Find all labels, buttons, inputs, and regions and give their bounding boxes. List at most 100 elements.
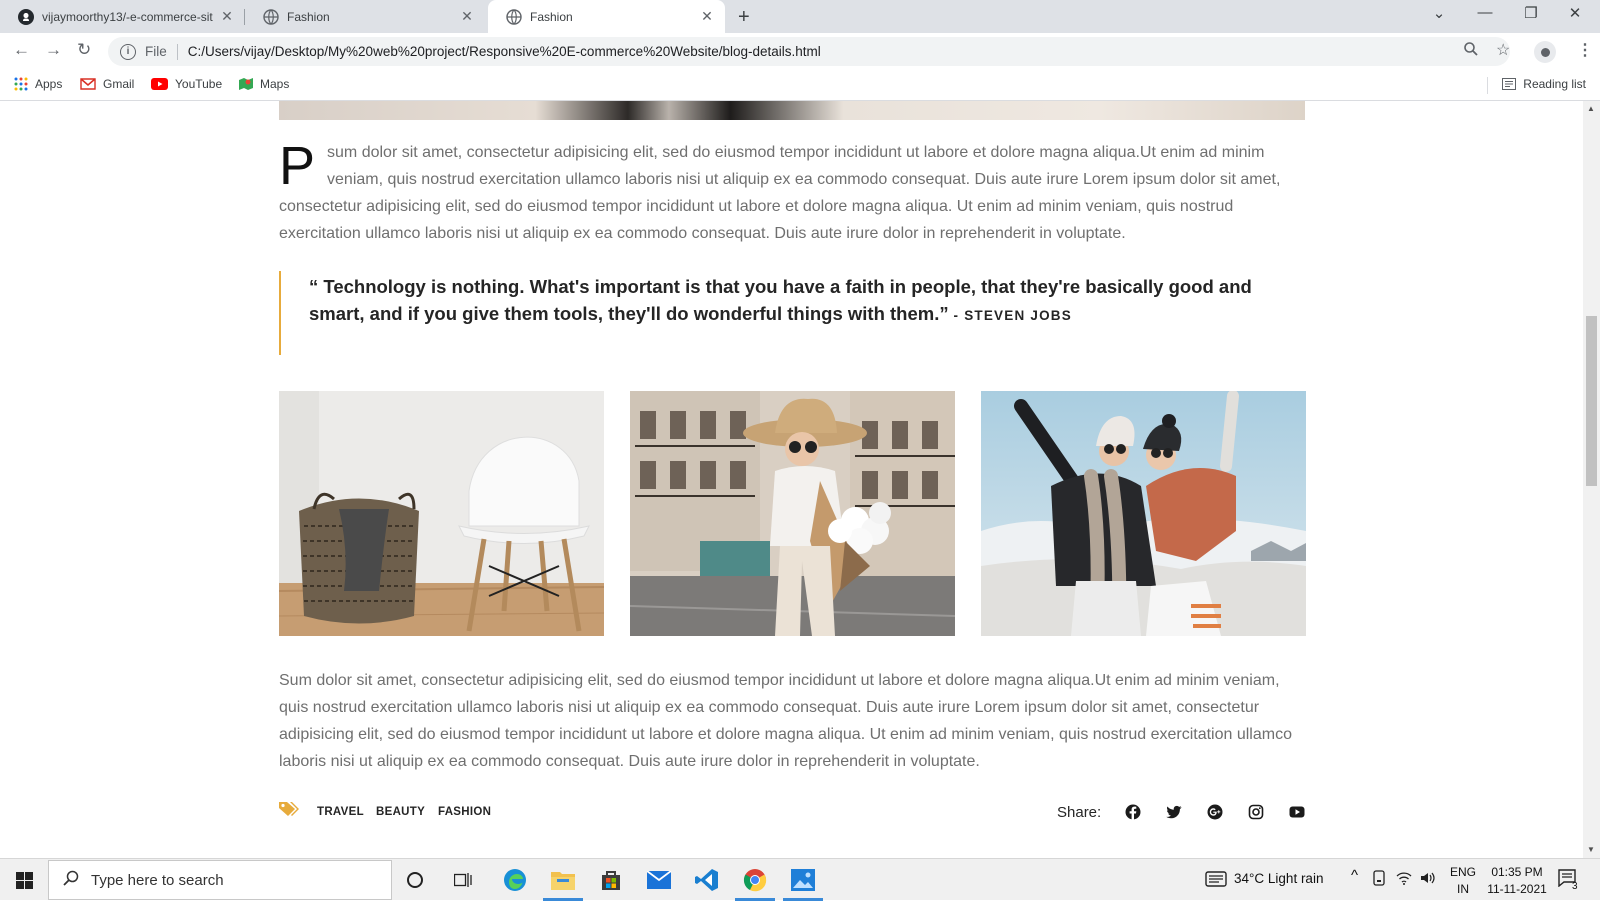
forward-arrow-icon[interactable]: →	[45, 40, 62, 60]
vscode-icon[interactable]	[693, 866, 721, 894]
tags-share-row: TRAVEL BEAUTY FASHION Share:	[279, 797, 1305, 827]
youtube-icon	[151, 78, 168, 90]
wifi-icon[interactable]	[1396, 871, 1412, 888]
restore-button[interactable]: ❐	[1508, 4, 1554, 22]
tab-title: Fashion	[530, 9, 573, 24]
drop-cap: P	[279, 136, 316, 196]
clock-date: 11-11-2021	[1487, 882, 1547, 896]
address-bar[interactable]: i File C:/Users/vijay/Desktop/My%20web%2…	[108, 37, 1510, 66]
taskbar-clock[interactable]: 01:35 PM 11-11-2021	[1484, 864, 1550, 898]
twitter-icon[interactable]	[1166, 804, 1182, 820]
tab-fashion-active[interactable]: Fashion ✕	[488, 0, 725, 33]
url-separator	[176, 43, 178, 60]
facebook-icon[interactable]	[1125, 804, 1141, 820]
blockquote: “ Technology is nothing. What's importan…	[279, 271, 1305, 355]
scroll-up-arrow-icon[interactable]: ▲	[1587, 104, 1595, 113]
scroll-down-arrow-icon[interactable]: ▼	[1587, 845, 1595, 854]
person-icon	[1540, 47, 1550, 57]
windows-start-icon[interactable]	[16, 872, 33, 894]
language-bottom: IN	[1457, 882, 1469, 896]
bookmark-separator	[1487, 77, 1488, 94]
bookmark-star-icon[interactable]: ☆	[1496, 40, 1510, 60]
search-icon	[63, 870, 79, 890]
tab-github[interactable]: vijaymoorthy13/-e-commerce-sit ✕	[0, 0, 245, 33]
tag-beauty[interactable]: BEAUTY	[376, 806, 425, 818]
youtube-icon[interactable]	[1289, 804, 1305, 820]
language-top: ENG	[1449, 865, 1476, 879]
tab-bar: vijaymoorthy13/-e-commerce-sit ✕ Fashion…	[0, 0, 1600, 33]
close-window-button[interactable]: ✕	[1552, 4, 1598, 22]
gmail-icon	[80, 78, 96, 90]
page-viewport: P sum dolor sit amet, consectetur adipis…	[0, 101, 1583, 858]
meet-now-icon[interactable]	[1372, 870, 1386, 889]
reload-icon[interactable]: ↻	[77, 40, 91, 60]
bookmark-maps[interactable]: Maps	[239, 77, 289, 91]
instagram-icon[interactable]	[1248, 804, 1264, 820]
globe-icon	[263, 8, 279, 25]
tab-close-icon[interactable]: ✕	[699, 8, 715, 25]
hero-image-bottom	[279, 101, 1305, 120]
reading-list-button[interactable]: Reading list	[1502, 77, 1586, 91]
task-view-icon[interactable]	[449, 866, 477, 894]
tags-icon	[279, 801, 299, 822]
tag-travel[interactable]: TRAVEL	[317, 806, 364, 818]
share-label: Share:	[1057, 804, 1102, 821]
tab-search-chevron-icon[interactable]: ⌄	[1416, 4, 1462, 22]
gallery-image-snow-friends	[981, 391, 1306, 636]
article-paragraph-intro: P sum dolor sit amet, consectetur adipis…	[279, 139, 1305, 247]
chrome-icon[interactable]	[741, 866, 769, 894]
back-arrow-icon[interactable]: ←	[13, 40, 30, 60]
zoom-icon[interactable]	[1464, 42, 1478, 61]
bookmark-label: Apps	[35, 77, 63, 91]
quote-author: - STEVEN JOBS	[948, 308, 1072, 323]
tag-fashion[interactable]: FASHION	[438, 806, 491, 818]
github-icon	[18, 8, 34, 25]
notification-count: 3	[1572, 881, 1578, 892]
page-scrollbar[interactable]: ▲ ▼	[1583, 101, 1600, 858]
bookmark-label: YouTube	[175, 77, 223, 91]
file-explorer-icon[interactable]	[549, 866, 577, 894]
reading-list-label: Reading list	[1523, 77, 1586, 91]
microsoft-store-icon[interactable]	[597, 866, 625, 894]
bookmarks-bar: Apps Gmail YouTube Maps Reading list	[0, 70, 1600, 101]
bookmark-apps[interactable]: Apps	[14, 77, 62, 91]
scrollbar-thumb[interactable]	[1586, 316, 1597, 486]
url-scheme: File	[145, 44, 167, 59]
new-tab-button[interactable]: +	[738, 6, 750, 29]
bookmark-label: Gmail	[103, 77, 135, 91]
photos-icon[interactable]	[789, 866, 817, 894]
edge-icon[interactable]	[501, 866, 529, 894]
language-indicator[interactable]: ENG IN	[1448, 864, 1478, 898]
bookmark-youtube[interactable]: YouTube	[151, 77, 222, 91]
gallery-image-basket-chair	[279, 391, 604, 636]
quote-text: “ Technology is nothing. What's importan…	[309, 276, 1252, 324]
tab-close-icon[interactable]: ✕	[459, 8, 475, 25]
tab-fashion-1[interactable]: Fashion ✕	[245, 0, 485, 33]
bookmark-gmail[interactable]: Gmail	[80, 77, 134, 91]
taskbar-search-box[interactable]: Type here to search	[48, 860, 392, 900]
tray-chevron-up-icon[interactable]: ^	[1351, 867, 1358, 884]
windows-taskbar: Type here to search 34°C Light rain ^ EN…	[0, 858, 1600, 901]
maps-icon	[239, 78, 253, 90]
google-plus-icon[interactable]	[1207, 804, 1223, 820]
site-info-icon[interactable]: i	[120, 43, 136, 60]
profile-avatar[interactable]	[1534, 41, 1556, 63]
clock-time: 01:35 PM	[1491, 865, 1543, 879]
weather-icon[interactable]	[1205, 871, 1227, 890]
url-text[interactable]: C:/Users/vijay/Desktop/My%20web%20projec…	[188, 44, 821, 59]
weather-text[interactable]: 34°C Light rain	[1234, 871, 1323, 886]
mail-icon[interactable]	[645, 866, 673, 894]
minimize-button[interactable]: —	[1462, 4, 1508, 21]
browser-toolbar: ← → ↻ i File C:/Users/vijay/Desktop/My%2…	[0, 33, 1600, 70]
tab-title: vijaymoorthy13/-e-commerce-sit	[42, 9, 213, 24]
apps-grid-icon	[14, 77, 28, 91]
image-gallery	[279, 391, 1306, 636]
article-paragraph-body: Sum dolor sit amet, consectetur adipisic…	[279, 672, 1292, 770]
intro-text: sum dolor sit amet, consectetur adipisic…	[279, 144, 1281, 242]
cortana-icon[interactable]	[401, 866, 429, 894]
volume-icon[interactable]	[1420, 871, 1436, 888]
tab-close-icon[interactable]: ✕	[219, 8, 235, 25]
bookmark-label: Maps	[260, 77, 290, 91]
gallery-image-street-woman	[630, 391, 955, 636]
menu-kebab-icon[interactable]: ⋮	[1577, 40, 1593, 60]
